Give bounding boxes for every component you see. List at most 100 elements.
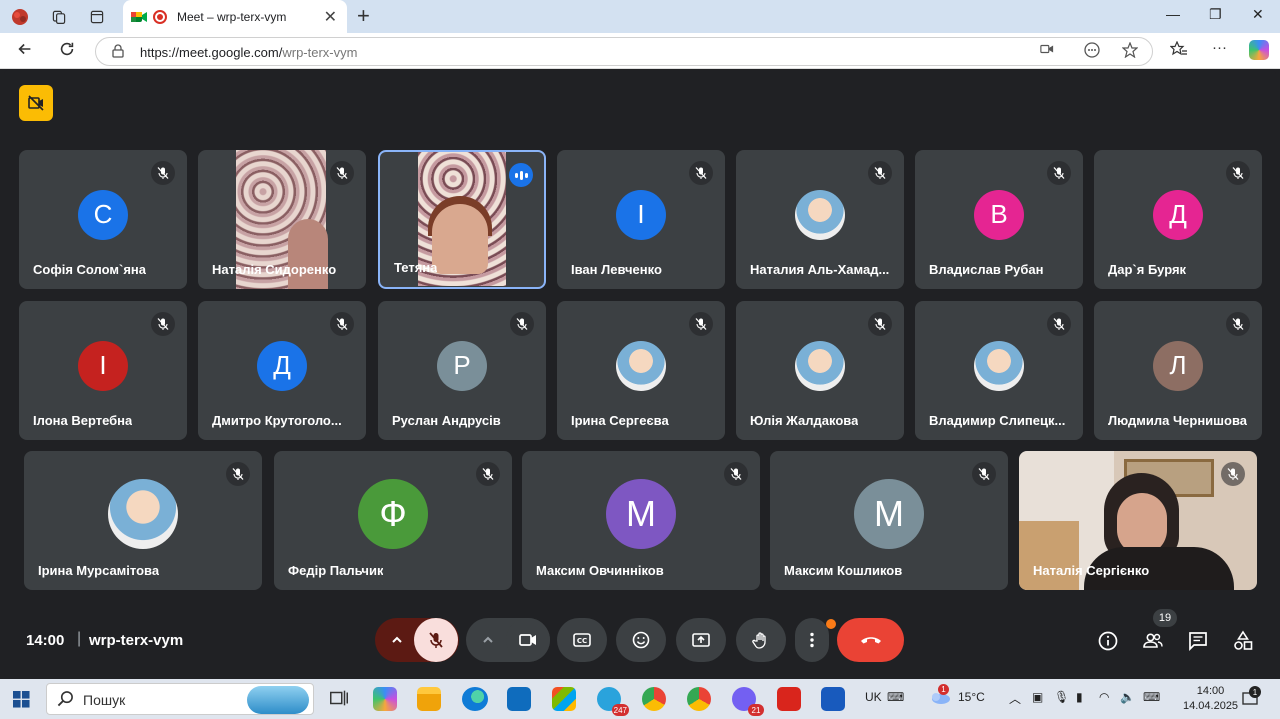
- present-screen-button[interactable]: [676, 618, 726, 662]
- tab-actions-icon[interactable]: [86, 6, 108, 28]
- profile-icon[interactable]: [9, 6, 31, 28]
- mic-muted-icon[interactable]: [868, 161, 892, 185]
- participant-tile[interactable]: Наталія Сидоренко: [198, 150, 366, 289]
- mic-muted-icon[interactable]: [330, 161, 354, 185]
- lock-icon[interactable]: [112, 44, 124, 61]
- store-icon[interactable]: [552, 687, 576, 711]
- mic-muted-icon[interactable]: [724, 462, 748, 486]
- participant-tile[interactable]: Юлія Жалдакова: [736, 301, 904, 440]
- mic-muted-icon[interactable]: [330, 312, 354, 336]
- participant-tile[interactable]: Д Дар`я Буряк: [1094, 150, 1262, 289]
- tray-chevron-icon[interactable]: ︿: [1009, 690, 1021, 707]
- minimize-icon[interactable]: —: [1166, 6, 1180, 22]
- acrobat-icon[interactable]: [777, 687, 801, 711]
- wifi-icon[interactable]: ◠: [1099, 690, 1109, 704]
- participant-tile[interactable]: Ірина Сергеєва: [557, 301, 725, 440]
- clock-date: 14.04.2025: [1183, 700, 1239, 712]
- emoji-icon: [632, 631, 650, 649]
- mic-muted-icon[interactable]: [510, 312, 534, 336]
- closed-captions-icon: CC: [573, 633, 591, 647]
- chrome-profile-icon[interactable]: [687, 687, 711, 711]
- mic-muted-icon[interactable]: [868, 312, 892, 336]
- meet-tray-icon[interactable]: ▣: [1032, 690, 1043, 704]
- participant-tile[interactable]: В Владислав Рубан: [915, 150, 1083, 289]
- tab-meet[interactable]: Meet – wrp-terx-vym ✕: [123, 0, 347, 33]
- participant-tile[interactable]: Ірина Мурсамітова: [24, 451, 262, 590]
- activities-button[interactable]: [1230, 628, 1256, 654]
- participant-tile[interactable]: М Максим Овчиннiков: [522, 451, 760, 590]
- chat-button[interactable]: [1185, 628, 1211, 654]
- mic-muted-icon[interactable]: [476, 462, 500, 486]
- mic-muted-icon[interactable]: [689, 312, 713, 336]
- weather-icon[interactable]: 1: [928, 684, 952, 709]
- reactions-button[interactable]: [616, 618, 666, 662]
- mic-muted-icon[interactable]: [1221, 462, 1245, 486]
- mic-muted-icon[interactable]: [1047, 161, 1071, 185]
- notifications-icon[interactable]: 1: [1241, 686, 1261, 711]
- favorites-icon[interactable]: [1169, 40, 1188, 61]
- mic-muted-icon[interactable]: [226, 462, 250, 486]
- mic-tray-icon[interactable]: 🎙: [1054, 690, 1069, 704]
- reading-view-icon[interactable]: [1084, 42, 1100, 62]
- participant-tile[interactable]: Л Людмила Чернишова: [1094, 301, 1262, 440]
- file-explorer-icon[interactable]: [417, 687, 441, 711]
- participant-tile[interactable]: Наталія Сергієнко: [1019, 451, 1257, 590]
- new-tab-button[interactable]: +: [357, 3, 370, 29]
- keyboard-layout-icon[interactable]: ⌨: [1143, 690, 1160, 704]
- collections-icon[interactable]: [48, 6, 70, 28]
- more-menu-icon[interactable]: ···: [1212, 39, 1227, 56]
- chrome-icon[interactable]: [642, 687, 666, 711]
- battery-icon[interactable]: ▮: [1076, 690, 1083, 704]
- participant-tile[interactable]: С Софія Солом`яна: [19, 150, 187, 289]
- volume-icon[interactable]: 🔈: [1120, 690, 1135, 704]
- copilot-taskbar-icon[interactable]: [373, 687, 397, 711]
- participant-tile[interactable]: Ф Федір Пальчик: [274, 451, 512, 590]
- maximize-icon[interactable]: ❐: [1209, 6, 1222, 23]
- participant-tile[interactable]: І Ілона Вертебна: [19, 301, 187, 440]
- word-icon[interactable]: [821, 687, 845, 711]
- input-language[interactable]: UK: [865, 690, 882, 704]
- participant-tile[interactable]: Владимир Слипецк...: [915, 301, 1083, 440]
- taskbar-search-box[interactable]: Пошук: [46, 683, 314, 715]
- participant-tile[interactable]: І Іван Левченко: [557, 150, 725, 289]
- people-button[interactable]: [1140, 628, 1166, 654]
- mic-muted-icon[interactable]: [689, 161, 713, 185]
- more-options-button[interactable]: [795, 618, 829, 662]
- edge-browser-icon[interactable]: [462, 687, 488, 711]
- meeting-details-button[interactable]: [1095, 628, 1121, 654]
- leave-call-button[interactable]: [837, 618, 904, 662]
- copilot-icon[interactable]: [1249, 40, 1269, 60]
- mic-muted-icon[interactable]: [151, 312, 175, 336]
- close-window-icon[interactable]: ✕: [1252, 6, 1264, 23]
- camera-permission-icon[interactable]: [1040, 42, 1054, 59]
- task-view-icon[interactable]: [328, 687, 352, 711]
- participant-tile[interactable]: Наталия Аль-Хамад...: [736, 150, 904, 289]
- mic-muted-icon[interactable]: [151, 161, 175, 185]
- outlook-icon[interactable]: [507, 687, 531, 711]
- refresh-icon[interactable]: [58, 40, 76, 63]
- mic-muted-icon[interactable]: [1226, 161, 1250, 185]
- raise-hand-button[interactable]: [736, 618, 786, 662]
- participant-tile[interactable]: Тетяна: [378, 150, 546, 289]
- mic-muted-icon[interactable]: [1047, 312, 1071, 336]
- camera-toggle-button[interactable]: [506, 618, 550, 662]
- participant-tile[interactable]: М Максим Кошликов: [770, 451, 1008, 590]
- windows-start-icon[interactable]: [13, 691, 30, 713]
- telegram-icon[interactable]: 247: [597, 687, 629, 716]
- participant-tile[interactable]: Р Руслан Андрусів: [378, 301, 546, 440]
- favorite-star-icon[interactable]: [1121, 41, 1139, 62]
- keyboard-icon[interactable]: ⌨: [887, 690, 904, 704]
- mic-muted-icon[interactable]: [1226, 312, 1250, 336]
- viber-icon[interactable]: 21: [732, 687, 764, 716]
- mic-toggle-button[interactable]: [414, 618, 458, 662]
- system-clock[interactable]: 14:00 14.04.2025: [1183, 684, 1238, 714]
- captions-button[interactable]: CC: [557, 618, 607, 662]
- close-tab-icon[interactable]: ✕: [324, 7, 337, 27]
- mic-muted-icon[interactable]: [972, 462, 996, 486]
- weather-temperature[interactable]: 15°C: [958, 690, 985, 704]
- participant-tile[interactable]: Д Дмитро Крутоголо...: [198, 301, 366, 440]
- present-icon: [692, 633, 710, 647]
- url-bar[interactable]: https://meet.google.com/wrp-terx-vym: [95, 37, 1153, 66]
- back-icon[interactable]: [16, 40, 34, 63]
- meeting-status-button[interactable]: [19, 85, 53, 121]
